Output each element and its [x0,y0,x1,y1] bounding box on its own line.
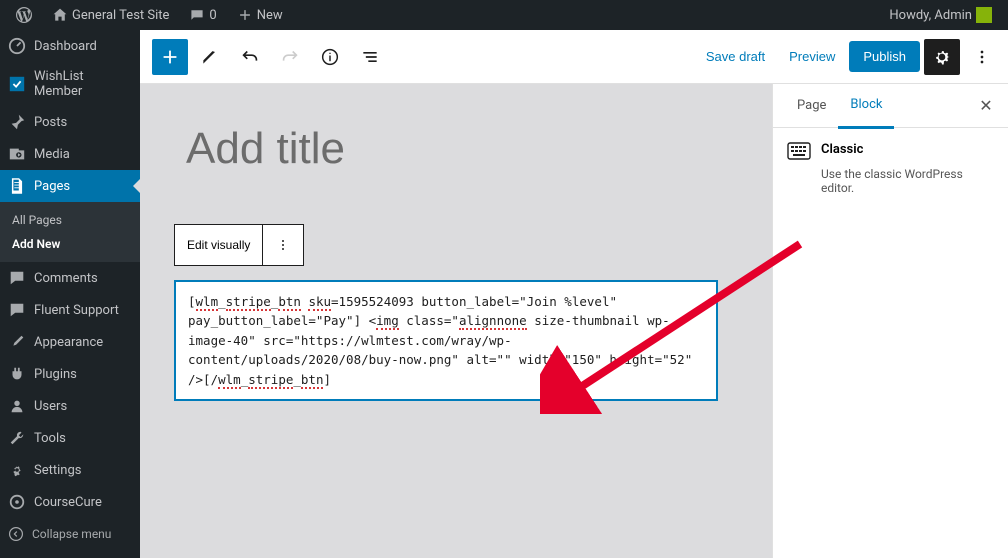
sidebar-item-label: Pages [34,179,70,194]
classic-block-html[interactable]: [wlm_stripe_btn sku=1595524093 button_la… [174,280,718,401]
sidebar-item-tools[interactable]: Tools [0,422,140,454]
home-icon [52,7,68,23]
select-tool-button[interactable] [192,39,228,75]
sidebar-item-dashboard[interactable]: Dashboard [0,30,140,62]
editor-header: Save draft Preview Publish [140,30,1008,84]
publish-button[interactable]: Publish [849,41,920,72]
plus-icon [237,7,253,23]
sidebar-item-label: CourseCure [34,495,102,510]
sidebar-item-wishlist[interactable]: WishList Member [0,62,140,106]
sidebar-item-label: Appearance [34,335,103,350]
block-more-button[interactable] [263,224,304,266]
preview-button[interactable]: Preview [779,41,845,72]
admin-sidebar: Dashboard WishList Member Posts Media Pa… [0,30,140,558]
sidebar-item-users[interactable]: Users [0,390,140,422]
title-input[interactable]: Add title [186,124,750,174]
inspector-panel: Page Block ✕ Classic Use the classic Wor… [772,84,1008,558]
settings-button[interactable] [924,39,960,75]
howdy-text: Howdy, Admin [889,8,972,23]
brush-icon [8,333,26,351]
sidebar-item-comments[interactable]: Comments [0,262,140,294]
collapse-label: Collapse menu [32,527,111,541]
check-icon [8,75,26,93]
avatar [976,7,992,23]
comment-icon [189,7,205,23]
support-icon [8,301,26,319]
howdy[interactable]: Howdy, Admin [881,0,1000,30]
collapse-menu[interactable]: Collapse menu [0,518,140,550]
block-toolbar: Edit visually [174,224,750,266]
sidebar-item-label: Fluent Support [34,303,119,318]
site-link[interactable]: General Test Site [44,0,177,30]
wp-logo[interactable] [8,0,40,30]
editor-canvas: Add title Edit visually [wlm_stripe_btn … [140,84,770,401]
sidebar-sub-all-pages[interactable]: All Pages [0,208,140,232]
inspector-tabs: Page Block ✕ [773,84,1008,128]
save-draft-button[interactable]: Save draft [696,41,775,72]
sidebar-sub-pages: All Pages Add New [0,202,140,262]
wordpress-icon [16,7,32,23]
sidebar-item-appearance[interactable]: Appearance [0,326,140,358]
sidebar-item-label: Posts [34,115,67,130]
inserter-button[interactable] [152,39,188,75]
outline-button[interactable] [352,39,388,75]
new-link[interactable]: New [229,0,291,30]
comments-count: 0 [209,8,216,23]
admin-bar: General Test Site 0 New Howdy, Admin [0,0,1008,30]
tab-block[interactable]: Block [838,83,894,129]
pin-icon [8,113,26,131]
sidebar-item-fluent-support[interactable]: Fluent Support [0,294,140,326]
sidebar-item-media[interactable]: Media [0,138,140,170]
redo-button[interactable] [272,39,308,75]
user-icon [8,397,26,415]
sidebar-item-posts[interactable]: Posts [0,106,140,138]
comments-link[interactable]: 0 [181,0,224,30]
sidebar-item-label: Dashboard [34,39,97,54]
media-icon [8,145,26,163]
close-inspector-button[interactable]: ✕ [976,96,996,115]
sidebar-item-coursecure[interactable]: CourseCure [0,486,140,518]
sidebar-item-label: Plugins [34,367,77,382]
sidebar-item-settings[interactable]: Settings [0,454,140,486]
sidebar-item-label: Users [34,399,67,414]
classic-icon [787,142,809,160]
collapse-icon [8,526,24,542]
undo-button[interactable] [232,39,268,75]
sidebar-sub-add-new[interactable]: Add New [0,232,140,256]
editor-main: Save draft Preview Publish Add title Edi… [140,30,1008,558]
sidebar-item-label: WishList Member [34,69,132,99]
sidebar-item-label: Media [34,147,70,162]
dashboard-icon [8,37,26,55]
comments-icon [8,269,26,287]
sidebar-item-label: Tools [34,431,66,446]
sidebar-item-plugins[interactable]: Plugins [0,358,140,390]
course-icon [8,493,26,511]
new-label: New [257,8,283,23]
plug-icon [8,365,26,383]
edit-visually-button[interactable]: Edit visually [174,224,263,266]
block-description: Use the classic WordPress editor. [821,167,994,195]
inspector-body: Classic Use the classic WordPress editor… [773,128,1008,209]
block-title: Classic [821,142,863,157]
more-button[interactable] [964,39,1000,75]
sidebar-item-label: Settings [34,463,81,478]
tab-page[interactable]: Page [785,84,838,127]
sidebar-item-label: Comments [34,271,98,286]
wrench-icon [8,429,26,447]
pages-icon [8,177,26,195]
settings-icon [8,461,26,479]
site-name: General Test Site [72,8,169,23]
info-button[interactable] [312,39,348,75]
sidebar-item-pages[interactable]: Pages [0,170,140,202]
